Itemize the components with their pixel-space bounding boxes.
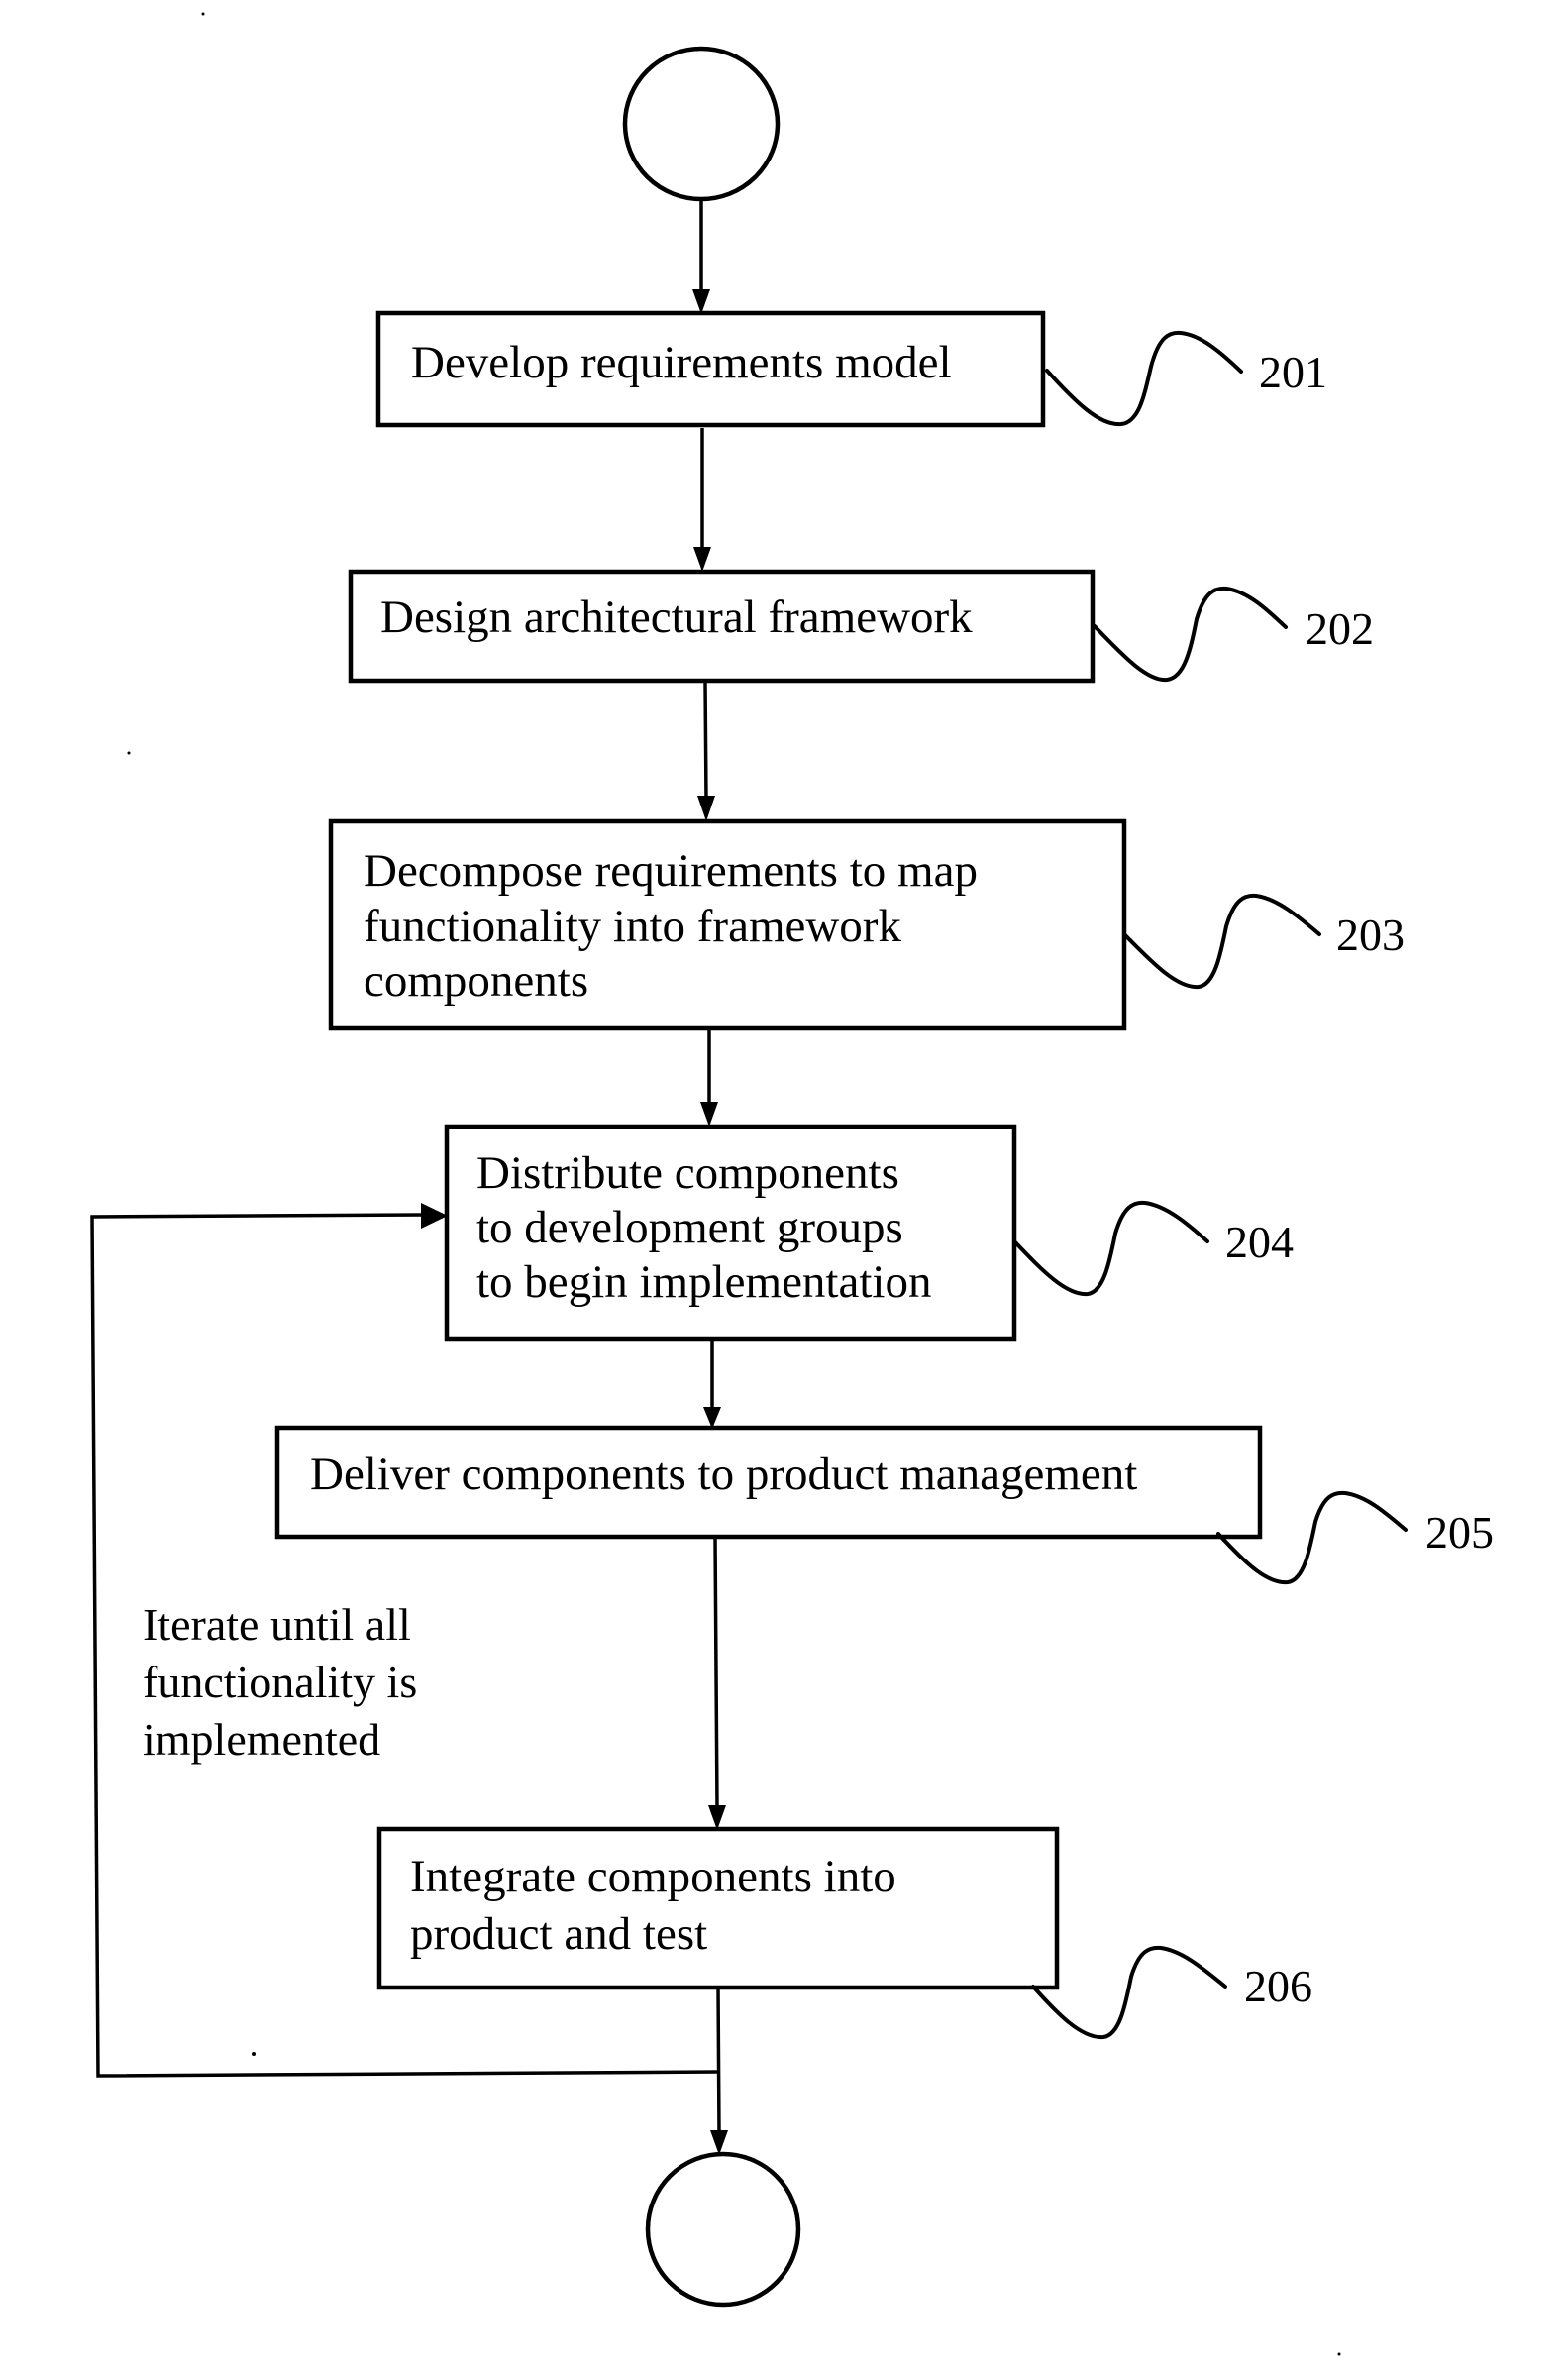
flowchart-diagram: Develop requirements model Design archit… (90, 12, 1494, 2356)
step-text-line: product and test (410, 1908, 707, 1960)
loop-note-line: implemented (143, 1714, 380, 1765)
arrowhead-into-202 (693, 547, 711, 572)
arrowhead-into-206 (708, 1805, 726, 1830)
step-text-204: Distribute components to development gro… (476, 1147, 931, 1308)
end-terminal (645, 2151, 801, 2308)
ref-label-203: 203 (1336, 910, 1405, 960)
ref-label-204: 204 (1225, 1217, 1294, 1267)
ref-leader-202 (1093, 586, 1288, 683)
step-text-line: Integrate components into (410, 1851, 896, 1902)
step-text-line: to development groups (476, 1202, 903, 1253)
ref-leader-201 (1045, 330, 1243, 427)
ref-leader-204 (1013, 1200, 1209, 1297)
arrowhead-loop-into-204 (421, 1203, 448, 1229)
connector-205-to-206 (713, 1537, 719, 1808)
step-text-line: to begin implementation (476, 1256, 931, 1308)
step-text-line: functionality into framework (364, 901, 901, 952)
step-text-201: Develop requirements model (411, 337, 952, 388)
scan-speck (1337, 2352, 1341, 2356)
scan-speck (252, 2052, 256, 2056)
arrowhead-into-204 (700, 1102, 718, 1127)
step-text-line: components (364, 955, 588, 1007)
step-text-205: Deliver components to product management (310, 1449, 1137, 1500)
step-text-line: Decompose requirements to map (364, 845, 978, 897)
step-text-line: Design architectural framework (380, 591, 973, 643)
ref-label-201: 201 (1259, 347, 1327, 397)
loop-note-line: functionality is (143, 1657, 417, 1707)
arrowhead-into-end (710, 2130, 728, 2155)
ref-label-205: 205 (1425, 1507, 1494, 1558)
ref-label-206: 206 (1244, 1961, 1312, 2011)
loop-note: Iterate until all functionality is imple… (143, 1599, 429, 1765)
ref-label-202: 202 (1306, 603, 1374, 654)
ref-leader-203 (1123, 893, 1321, 990)
loop-note-line: Iterate until all (143, 1599, 411, 1650)
connector-202-to-203 (703, 681, 708, 800)
step-text-line: Develop requirements model (411, 337, 952, 388)
ref-leader-206 (1031, 1945, 1227, 2040)
arrowhead-into-201 (692, 289, 710, 314)
step-text-202: Design architectural framework (380, 591, 973, 643)
step-text-line: Distribute components (476, 1147, 899, 1199)
arrowhead-into-205 (703, 1407, 721, 1429)
step-text-line: Deliver components to product management (310, 1449, 1137, 1500)
scan-speck (127, 751, 131, 755)
connector-206-to-end (716, 1987, 721, 2133)
arrowhead-into-203 (697, 796, 715, 821)
start-terminal (622, 46, 781, 202)
scan-speck (201, 12, 205, 16)
